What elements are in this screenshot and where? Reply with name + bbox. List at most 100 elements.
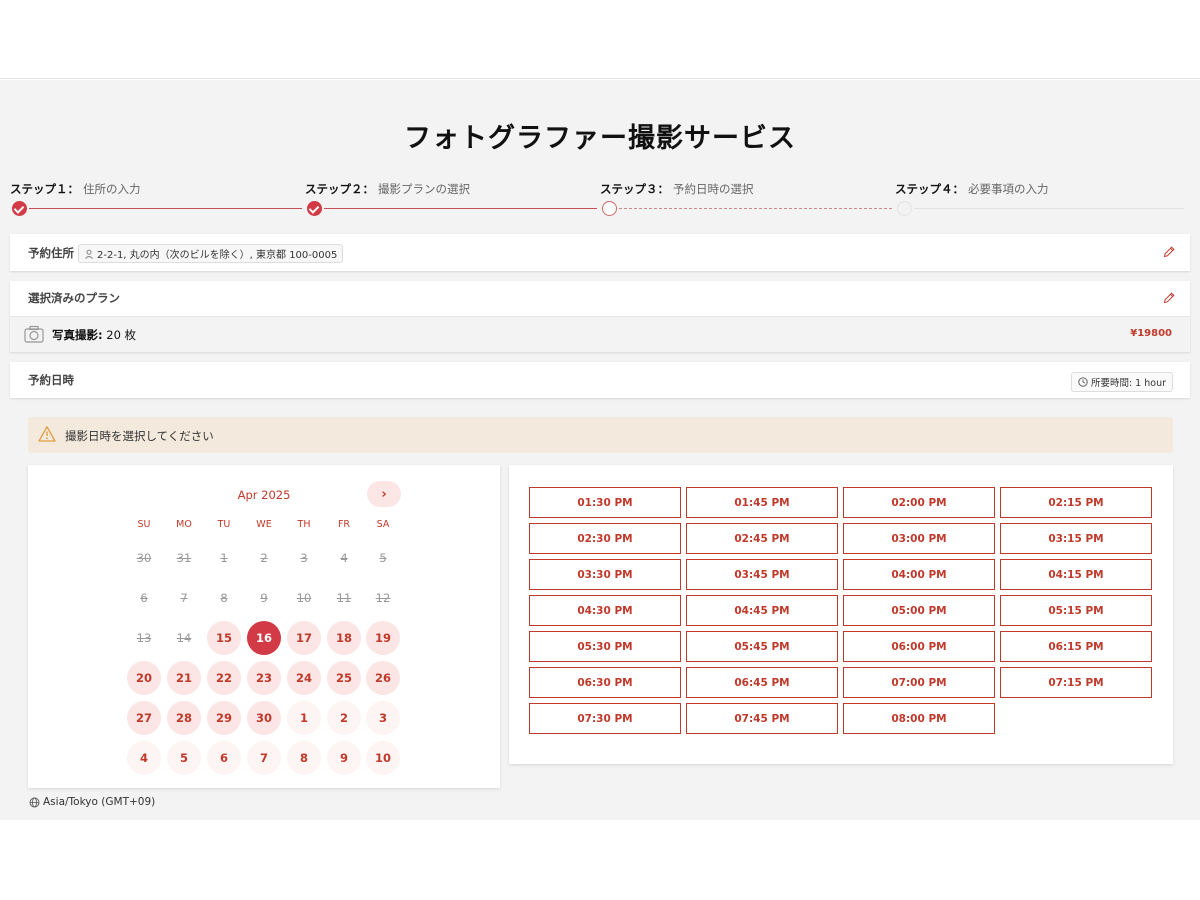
top-bar <box>0 0 1200 79</box>
page-title: フォトグラファー撮影サービス <box>404 123 796 154</box>
weekday-fr: FR <box>337 519 351 530</box>
time-slot-button[interactable]: 05:45 PM <box>686 631 838 662</box>
step-connector <box>914 208 1184 209</box>
calendar-day[interactable]: 5 <box>167 741 201 775</box>
calendar-day[interactable]: 6 <box>207 741 241 775</box>
time-slot-button[interactable]: 07:00 PM <box>843 667 995 698</box>
time-slot-button[interactable]: 02:45 PM <box>686 523 838 554</box>
time-slot-button[interactable]: 01:45 PM <box>686 487 838 518</box>
bottom-area <box>0 820 1200 900</box>
calendar-day[interactable]: 25 <box>327 661 361 695</box>
calendar-day[interactable]: 30 <box>247 701 281 735</box>
calendar-day: 13 <box>136 631 152 645</box>
time-slot-button[interactable]: 07:45 PM <box>686 703 838 734</box>
calendar-day[interactable]: 9 <box>327 741 361 775</box>
calendar-day[interactable]: 18 <box>327 621 361 655</box>
clock-icon <box>1078 377 1088 387</box>
step-3: ステップ３： 予約日時の選択 <box>600 181 892 221</box>
datetime-label: 予約日時 <box>28 373 74 387</box>
calendar-day: 14 <box>176 631 192 645</box>
weekday-mo: MO <box>176 519 192 530</box>
time-slot-panel: 01:30 PM 01:45 PM 02:00 PM 02:15 PM 02:30 PM… <box>509 465 1173 764</box>
calendar-day[interactable]: 27 <box>127 701 161 735</box>
time-slot-button[interactable]: 03:15 PM <box>1000 523 1152 554</box>
future-step-circle-icon <box>897 201 912 216</box>
time-slot-button[interactable]: 08:00 PM <box>843 703 995 734</box>
datetime-card: 予約日時 所要時間: 1 hour <box>10 362 1190 398</box>
time-slot-button[interactable]: 07:30 PM <box>529 703 681 734</box>
calendar-day[interactable]: 19 <box>366 621 400 655</box>
calendar-day: 7 <box>180 591 188 605</box>
pencil-icon[interactable] <box>1162 245 1176 259</box>
calendar-day[interactable]: 10 <box>366 741 400 775</box>
calendar-day[interactable]: 15 <box>207 621 241 655</box>
weekday-th: TH <box>297 519 311 530</box>
calendar-day[interactable]: 3 <box>366 701 400 735</box>
calendar-day: 6 <box>140 591 148 605</box>
calendar-day: 12 <box>375 591 391 605</box>
address-label: 予約住所 <box>28 246 74 260</box>
time-slot-button[interactable]: 01:30 PM <box>529 487 681 518</box>
step-number: ステップ２： <box>305 182 374 196</box>
time-slot-button[interactable]: 04:45 PM <box>686 595 838 626</box>
calendar-day[interactable]: 29 <box>207 701 241 735</box>
duration-badge: 所要時間: 1 hour <box>1070 372 1173 392</box>
step-connector <box>619 208 892 209</box>
calendar-day[interactable]: 28 <box>167 701 201 735</box>
step-label: 予約日時の選択 <box>673 182 754 196</box>
calendar-day: 1 <box>220 551 228 565</box>
time-slot-button[interactable]: 06:00 PM <box>843 631 995 662</box>
time-slot-button[interactable]: 05:15 PM <box>1000 595 1152 626</box>
time-slot-button[interactable]: 02:30 PM <box>529 523 681 554</box>
time-slot-button[interactable]: 05:00 PM <box>843 595 995 626</box>
plan-name: 写真撮影: <box>52 328 103 342</box>
time-slot-button[interactable]: 02:00 PM <box>843 487 995 518</box>
time-slot-button[interactable]: 02:15 PM <box>1000 487 1152 518</box>
next-month-button[interactable]: › <box>367 481 401 507</box>
step-label: 必要事項の入力 <box>968 182 1049 196</box>
step-4: ステップ４： 必要事項の入力 <box>895 181 1185 221</box>
calendar-day[interactable]: 26 <box>366 661 400 695</box>
calendar-day[interactable]: 21 <box>167 661 201 695</box>
calendar-day: 5 <box>379 551 387 565</box>
calendar-day: 30 <box>136 551 152 565</box>
time-slot-button[interactable]: 03:00 PM <box>843 523 995 554</box>
calendar: Apr 2025 › SU MO TU WE TH FR SA 30 31 1 2 3 4 5 6 7 8 9 10… <box>28 465 500 788</box>
time-slot-button[interactable]: 03:30 PM <box>529 559 681 590</box>
select-datetime-alert: 撮影日時を選択してください <box>28 417 1173 453</box>
calendar-day: 31 <box>176 551 192 565</box>
weekday-tu: TU <box>217 519 231 530</box>
time-slot-button[interactable]: 04:30 PM <box>529 595 681 626</box>
calendar-day[interactable]: 7 <box>247 741 281 775</box>
time-slot-button[interactable]: 06:15 PM <box>1000 631 1152 662</box>
pencil-icon[interactable] <box>1162 291 1176 305</box>
time-slot-button[interactable]: 05:30 PM <box>529 631 681 662</box>
plan-row: 写真撮影: 20 枚 ¥19800 <box>10 316 1190 352</box>
calendar-day[interactable]: 1 <box>287 701 321 735</box>
time-slot-button[interactable]: 07:15 PM <box>1000 667 1152 698</box>
calendar-day[interactable]: 20 <box>127 661 161 695</box>
calendar-day[interactable]: 22 <box>207 661 241 695</box>
calendar-day[interactable]: 17 <box>287 621 321 655</box>
user-icon <box>85 249 93 259</box>
time-slot-button[interactable]: 06:45 PM <box>686 667 838 698</box>
calendar-day[interactable]: 2 <box>327 701 361 735</box>
address-value: 2-2-1, 丸の内（次のビルを除く）, 東京都 100-0005 <box>97 250 338 261</box>
calendar-day[interactable]: 24 <box>287 661 321 695</box>
time-slot-button[interactable]: 03:45 PM <box>686 559 838 590</box>
calendar-day[interactable]: 23 <box>247 661 281 695</box>
calendar-day[interactable]: 4 <box>127 741 161 775</box>
calendar-day[interactable]: 16 <box>247 621 281 655</box>
weekday-we: WE <box>256 519 272 530</box>
calendar-day[interactable]: 8 <box>287 741 321 775</box>
weekday-su: SU <box>137 519 151 530</box>
calendar-month: Apr 2025 <box>237 488 291 502</box>
time-slot-button[interactable]: 04:15 PM <box>1000 559 1152 590</box>
time-slot-button[interactable]: 04:00 PM <box>843 559 995 590</box>
plan-price: ¥19800 <box>1130 328 1172 339</box>
current-step-circle-icon <box>602 201 617 216</box>
address-card: 予約住所 2-2-1, 丸の内（次のビルを除く）, 東京都 100-0005 <box>10 234 1190 271</box>
warning-icon <box>38 426 56 442</box>
step-2: ステップ２： 撮影プランの選択 <box>305 181 597 221</box>
time-slot-button[interactable]: 06:30 PM <box>529 667 681 698</box>
